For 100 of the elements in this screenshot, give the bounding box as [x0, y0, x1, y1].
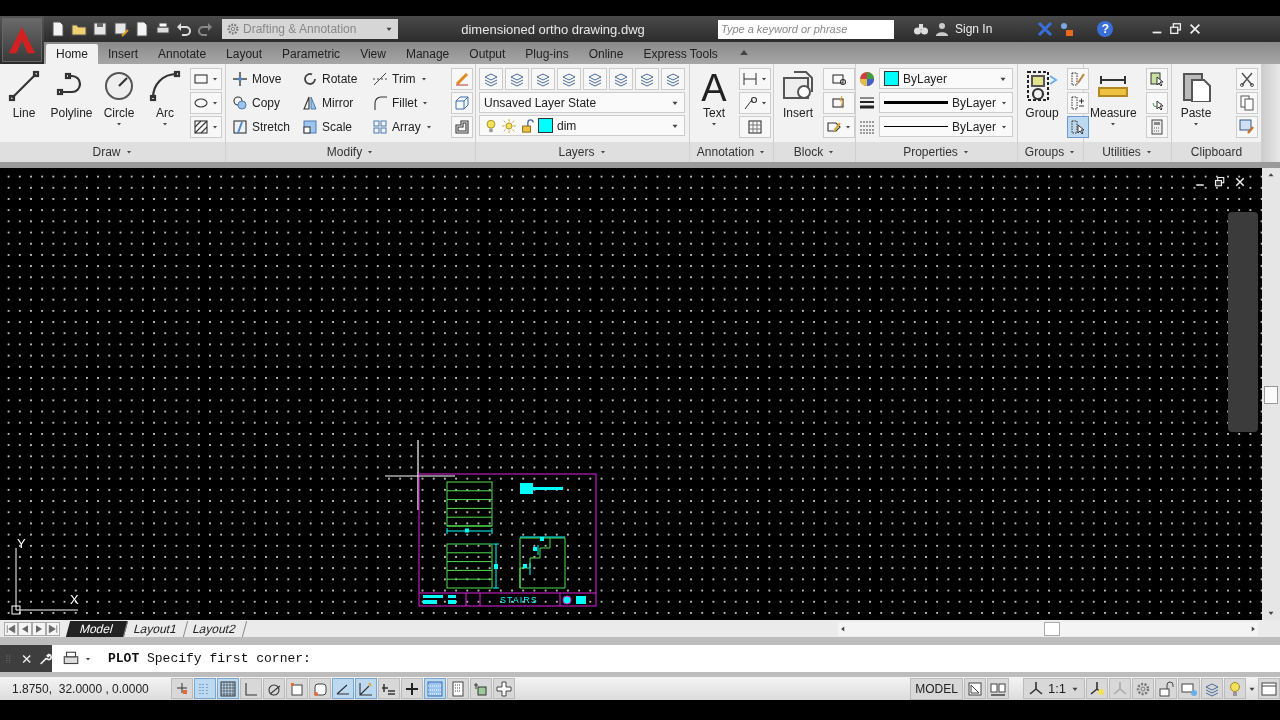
status-toggle-button[interactable]: [447, 678, 469, 699]
model-tab[interactable]: Model: [65, 620, 128, 637]
layer-tool-button[interactable]: [661, 68, 685, 90]
status-icon-button[interactable]: [986, 678, 1009, 699]
status-icon-button[interactable]: [1178, 678, 1200, 699]
status-toggle-button[interactable]: [286, 678, 308, 699]
last-arrow-icon[interactable]: [46, 621, 60, 636]
close-icon[interactable]: [1188, 22, 1203, 36]
model-space-button[interactable]: MODEL: [910, 677, 963, 700]
layer-tool-button[interactable]: [531, 68, 555, 90]
panel-title[interactable]: Draw: [0, 142, 225, 162]
undo-icon[interactable]: [176, 21, 192, 37]
ribbon-tab[interactable]: View: [350, 44, 396, 64]
ribbon-tool-button[interactable]: Stretch: [229, 116, 299, 138]
status-toggle-button[interactable]: [332, 678, 354, 699]
layer-tool-button[interactable]: [609, 68, 633, 90]
search-field[interactable]: Type a keyword or phrase: [718, 19, 894, 39]
layer-tool-button[interactable]: [635, 68, 659, 90]
color-dropdown[interactable]: ByLayer: [879, 68, 1013, 89]
small-tool-button[interactable]: [1236, 68, 1258, 90]
status-icon-button[interactable]: [1201, 678, 1223, 699]
status-toggle-button[interactable]: [240, 678, 262, 699]
layer-state-dropdown[interactable]: Unsaved Layer State: [479, 92, 685, 113]
status-toggle-button[interactable]: [263, 678, 285, 699]
status-toggle-button[interactable]: [378, 678, 400, 699]
status-toggle-button[interactable]: [309, 678, 331, 699]
ribbon-tab[interactable]: Express Tools: [633, 44, 728, 64]
ribbon-tab[interactable]: Plug-ins: [515, 44, 579, 64]
layer-tool-button[interactable]: [479, 68, 503, 90]
scroll-thumb[interactable]: [1264, 386, 1278, 404]
horizontal-scrollbar[interactable]: [838, 621, 1258, 636]
panel-title[interactable]: Modify: [226, 142, 475, 162]
first-arrow-icon[interactable]: [4, 621, 18, 636]
panel-title[interactable]: Block: [774, 142, 855, 162]
ribbon-tool-button[interactable]: Scale: [299, 116, 369, 138]
ribbon-tool-button[interactable]: Move: [229, 68, 299, 90]
vertical-scrollbar[interactable]: [1262, 168, 1280, 620]
printer-icon[interactable]: [155, 21, 171, 37]
ribbon-tool-button[interactable]: Polyline: [49, 68, 94, 122]
close-icon[interactable]: [21, 652, 33, 665]
ribbon-tab[interactable]: Layout: [216, 44, 273, 64]
person-download-icon[interactable]: [1058, 21, 1075, 37]
page-icon[interactable]: [50, 21, 66, 37]
ribbon-tool-button[interactable]: Group: [1021, 68, 1063, 122]
layer-tool-button[interactable]: [557, 68, 581, 90]
small-tool-button[interactable]: [823, 68, 855, 90]
floppy-pencil-icon[interactable]: [113, 21, 129, 37]
small-tool-button[interactable]: [190, 92, 222, 114]
ribbon-tool-button[interactable]: Copy: [229, 92, 299, 114]
small-tool-button[interactable]: [190, 116, 222, 138]
panel-title[interactable]: Properties: [856, 142, 1017, 162]
status-toggle-button[interactable]: [401, 678, 423, 699]
ribbon-tab[interactable]: Manage: [395, 44, 460, 64]
layout-tab[interactable]: Layout2: [183, 620, 248, 637]
restore-icon[interactable]: [1169, 22, 1184, 36]
close-icon[interactable]: [1234, 176, 1246, 188]
small-tool-button[interactable]: [451, 116, 473, 138]
ribbon-tool-button[interactable]: Line: [3, 68, 45, 122]
small-tool-button[interactable]: [739, 92, 771, 114]
ribbon-tab[interactable]: Annotate: [148, 44, 217, 64]
ribbon-tab[interactable]: Parametric: [272, 44, 351, 64]
ribbon-tool-button[interactable]: Mirror: [299, 92, 369, 114]
panel-title[interactable]: Clipboard: [1172, 142, 1261, 162]
ribbon-tool-button[interactable]: Rotate: [299, 68, 369, 90]
layer-dropdown[interactable]: dim: [479, 115, 685, 136]
status-icon-button[interactable]: [1132, 678, 1154, 699]
status-toggle-button[interactable]: [194, 678, 216, 699]
ribbon-tool-button[interactable]: Measure: [1087, 68, 1140, 130]
linetype-dropdown[interactable]: ByLayer: [879, 116, 1013, 137]
annotation-scale-button[interactable]: 1:1: [1022, 678, 1085, 699]
layer-tool-button[interactable]: [505, 68, 529, 90]
status-icon-button[interactable]: [1155, 678, 1177, 699]
folder-icon[interactable]: [71, 21, 87, 37]
ribbon-tool-button[interactable]: Insert: [777, 68, 819, 122]
binoculars-icon[interactable]: [913, 21, 929, 37]
cross-logo-icon[interactable]: [1037, 21, 1054, 37]
small-tool-button[interactable]: [1146, 92, 1168, 114]
ribbon-tool-button[interactable]: Array: [369, 116, 447, 138]
status-toggle-button[interactable]: [470, 678, 492, 699]
restore-icon[interactable]: [1214, 176, 1226, 188]
small-tool-button[interactable]: [1146, 68, 1168, 90]
panel-title[interactable]: Layers: [476, 142, 689, 162]
status-toggle-button[interactable]: [493, 678, 515, 699]
ribbon-tab[interactable]: Output: [459, 44, 516, 64]
help-button[interactable]: ?: [1097, 21, 1114, 37]
sign-in-link[interactable]: Sign In: [955, 22, 993, 36]
floppy-icon[interactable]: [92, 21, 108, 37]
status-icon-button[interactable]: [1086, 678, 1108, 699]
ribbon-tool-button[interactable]: Trim: [369, 68, 447, 90]
status-icon-button[interactable]: [1258, 678, 1280, 699]
status-toggle-button[interactable]: [217, 678, 239, 699]
layout-tab[interactable]: Layout1: [123, 620, 188, 637]
status-toggle-button[interactable]: [424, 678, 446, 699]
scroll-thumb[interactable]: [1044, 621, 1060, 636]
panel-title[interactable]: Annotation: [690, 142, 773, 162]
status-toggle-button[interactable]: [171, 678, 193, 699]
ribbon-tab[interactable]: Home: [46, 44, 98, 64]
redo-icon[interactable]: [197, 21, 213, 37]
panel-title[interactable]: Groups: [1018, 142, 1083, 162]
lineweight-dropdown[interactable]: ByLayer: [879, 92, 1013, 113]
